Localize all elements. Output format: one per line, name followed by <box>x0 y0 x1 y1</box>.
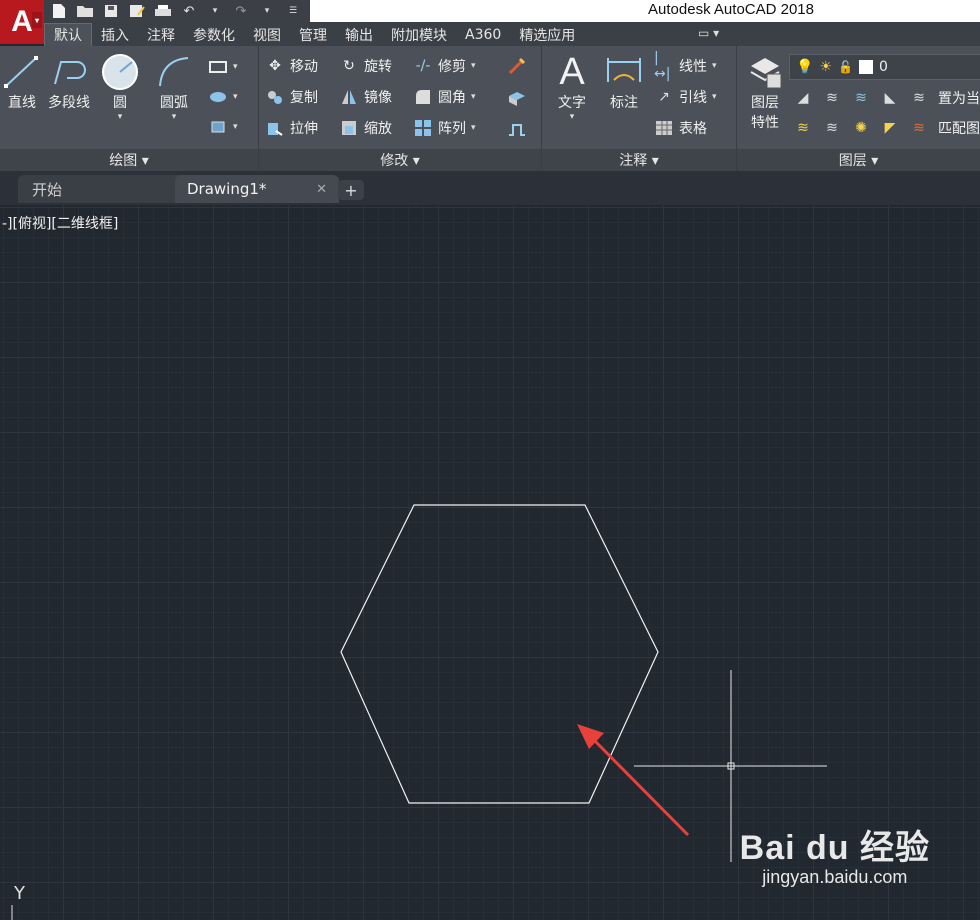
baidu-logo: Bai du 经验 <box>739 829 930 867</box>
ucs-y-axis-label: Y <box>14 883 25 904</box>
baidu-watermark: Bai du 经验 jingyan.baidu.com <box>740 820 930 888</box>
watermark-url: jingyan.baidu.com <box>762 867 908 887</box>
annotation-arrow <box>577 724 690 837</box>
drawing-overlay <box>11 504 827 920</box>
